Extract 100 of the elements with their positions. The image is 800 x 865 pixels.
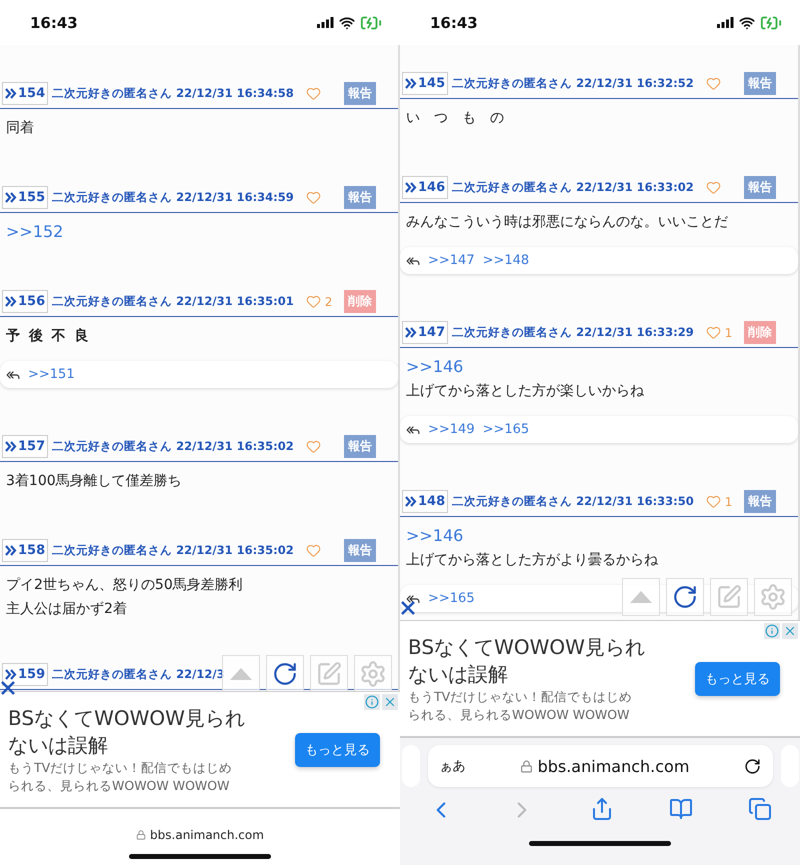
report-button[interactable]: 報告 xyxy=(344,435,376,458)
report-button[interactable]: 報告 xyxy=(744,72,776,95)
author-date: 二次元好きの匿名さん 22/12/31 16:33:29 xyxy=(452,325,694,340)
signal-icon xyxy=(317,17,334,28)
heart-icon[interactable] xyxy=(706,325,721,340)
edit-button[interactable] xyxy=(710,578,748,616)
report-button[interactable]: 報告 xyxy=(344,539,376,562)
reply-link[interactable]: >>151 xyxy=(28,367,75,382)
url-text: bbs.animanch.com xyxy=(150,828,264,842)
like-count: 1 xyxy=(724,494,732,508)
heart-icon[interactable] xyxy=(306,86,321,101)
double-chevron-icon xyxy=(5,441,17,452)
triangle-icon xyxy=(230,668,252,680)
author-date: 二次元好きの匿名さん 22/12/31 16:35:02 xyxy=(52,543,294,558)
reply-link[interactable]: >>165 xyxy=(482,422,530,437)
post-number[interactable]: 145 xyxy=(402,72,448,95)
settings-icon xyxy=(359,660,387,688)
wifi-icon xyxy=(339,14,355,30)
url-text[interactable]: bbs.animanch.com xyxy=(538,756,690,776)
report-button[interactable]: 報告 xyxy=(344,186,376,209)
post-number[interactable]: 157 xyxy=(2,435,48,458)
book-icon xyxy=(669,797,694,821)
heart-icon[interactable] xyxy=(306,543,321,558)
scroll-top-button[interactable] xyxy=(222,655,260,693)
edit-icon xyxy=(716,584,742,610)
report-button[interactable]: 報告 xyxy=(744,176,776,199)
scroll-top-button[interactable] xyxy=(622,578,660,616)
triangle-icon xyxy=(630,591,652,603)
ad-button[interactable]: もっと見る xyxy=(295,732,380,766)
author-date: 二次元好きの匿名さん 22/12/31 16:35:02 xyxy=(52,439,294,454)
double-chevron-icon xyxy=(5,669,17,680)
lock-icon xyxy=(520,760,533,772)
heart-icon[interactable] xyxy=(706,180,721,195)
anchor-link[interactable]: >>146 xyxy=(406,356,792,378)
post-text: 主人公は届かず2着 xyxy=(6,600,128,619)
info-icon[interactable] xyxy=(765,624,779,638)
ad-text: られる、見られるWOWOW WOWOW xyxy=(8,776,230,794)
post-number[interactable]: 146 xyxy=(402,176,448,199)
post-text: 予 後 不 良 xyxy=(6,326,92,346)
post-text: い つ も の xyxy=(406,109,505,128)
reload-button[interactable] xyxy=(266,655,304,693)
double-chevron-icon xyxy=(405,327,417,338)
anchor-link[interactable]: >>146 xyxy=(406,525,792,547)
double-chevron-icon xyxy=(5,296,17,307)
report-button[interactable]: 報告 xyxy=(344,82,376,105)
ad-button[interactable]: もっと見る xyxy=(695,662,780,696)
close-icon[interactable] xyxy=(0,680,16,696)
heart-icon[interactable] xyxy=(706,76,721,91)
ad-text: られる、見られるWOWOW WOWOW xyxy=(408,706,630,724)
post-number[interactable]: 159 xyxy=(2,663,48,686)
double-chevron-icon xyxy=(5,192,17,203)
double-chevron-icon xyxy=(5,545,17,556)
heart-icon[interactable] xyxy=(306,294,321,309)
author-date: 二次元好きの匿名さん 22/12/31 16:34:58 xyxy=(52,86,294,101)
post-number[interactable]: 147 xyxy=(402,321,448,344)
status-time: 16:43 xyxy=(430,14,478,32)
reply-link[interactable]: >>149 xyxy=(428,422,475,437)
double-chevron-icon xyxy=(405,182,417,193)
post-number[interactable]: 148 xyxy=(402,490,448,513)
heart-icon[interactable] xyxy=(306,190,321,205)
reply-link[interactable]: >>165 xyxy=(428,591,475,606)
post-number[interactable]: 154 xyxy=(2,82,48,105)
settings-button[interactable] xyxy=(754,578,792,616)
like-count: 2 xyxy=(324,294,332,308)
heart-icon[interactable] xyxy=(706,494,721,509)
post-text: 上げてから落とした方がより曇るからね xyxy=(406,551,659,570)
heart-icon[interactable] xyxy=(306,439,321,454)
post-text: みんなこういう時は邪悪にならんのな。いいことだ xyxy=(406,213,729,232)
reload-icon[interactable] xyxy=(744,758,760,774)
anchor-link[interactable]: >>152 xyxy=(6,221,392,243)
signal-icon xyxy=(717,17,734,28)
tabs-button[interactable] xyxy=(748,797,772,823)
ad-headline: ないは誤解 xyxy=(8,732,109,758)
like-count: 1 xyxy=(724,326,732,340)
post-number[interactable]: 158 xyxy=(2,539,48,562)
edit-button[interactable] xyxy=(310,655,348,693)
reload-icon xyxy=(672,584,698,610)
post-number[interactable]: 156 xyxy=(2,290,48,313)
info-icon[interactable] xyxy=(365,695,379,709)
author-date: 二次元好きの匿名さん 22/12/31 16:34:59 xyxy=(52,190,294,205)
author-date: 二次元好きの匿名さん 22/12/3 xyxy=(52,667,225,682)
author-date: 二次元好きの匿名さん 22/12/31 16:35:01 xyxy=(52,294,294,309)
ad-text: もうTVだけじゃない！配信でもはじめ xyxy=(408,688,634,706)
tabs-icon xyxy=(748,797,772,821)
post-text: 上げてから落とした方が楽しいからね xyxy=(406,382,645,401)
reload-button[interactable] xyxy=(666,578,704,616)
text-size-button[interactable]: ぁあ xyxy=(440,757,466,775)
close-icon[interactable] xyxy=(400,600,416,616)
edit-icon xyxy=(316,661,342,687)
lock-icon xyxy=(136,830,146,840)
ad-headline: BSなくてWOWOW見られ xyxy=(408,634,646,660)
post-number[interactable]: 155 xyxy=(2,186,48,209)
reply-link[interactable]: >>147 xyxy=(428,253,475,268)
ad-headline: BSなくてWOWOW見られ xyxy=(8,704,246,732)
author-date: 二次元好きの匿名さん 22/12/31 16:33:02 xyxy=(452,180,694,195)
double-chevron-icon xyxy=(405,78,417,89)
post-text: 同着 xyxy=(6,119,35,138)
report-button[interactable]: 報告 xyxy=(744,490,776,513)
reply-link[interactable]: >>148 xyxy=(482,253,530,268)
settings-button[interactable] xyxy=(354,655,392,693)
